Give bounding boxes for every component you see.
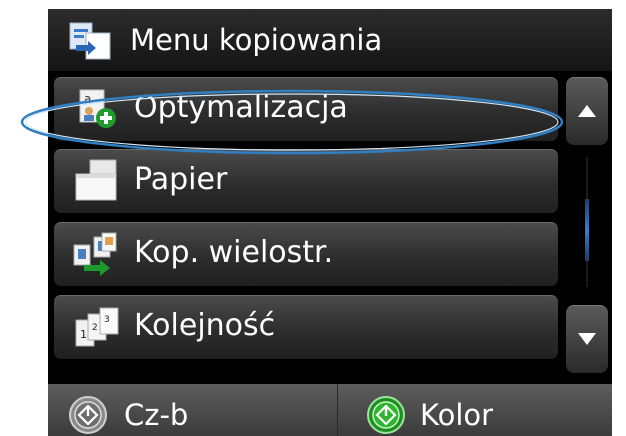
- menu-item-label: Kop. wielostr.: [134, 235, 334, 270]
- scroll-up-button[interactable]: [566, 77, 608, 145]
- color-copy-button[interactable]: Kolor: [420, 398, 493, 432]
- paper-icon: [75, 159, 117, 201]
- copy-icon: [69, 22, 111, 60]
- menu-item-paper[interactable]: Papier: [54, 149, 558, 213]
- multi-page-icon: [73, 232, 117, 276]
- arrow-up-icon: [578, 105, 596, 117]
- arrow-down-icon: [578, 333, 596, 345]
- page-title: Menu kopiowania: [130, 23, 383, 57]
- start-color-icon[interactable]: [366, 395, 406, 435]
- menu-item-multi-page[interactable]: Kop. wielostr.: [54, 222, 558, 286]
- menu-item-label: Papier: [134, 162, 228, 197]
- scroll-down-button[interactable]: [566, 305, 608, 373]
- control-panel-screen: Menu kopiowania a Optymalizacja Papier K…: [48, 9, 612, 436]
- menu-item-label: Kolejność: [134, 308, 276, 343]
- svg-text:1: 1: [80, 328, 87, 341]
- svg-text:3: 3: [104, 315, 110, 325]
- footer-divider: [337, 384, 338, 436]
- highlight-ellipse: [20, 89, 564, 155]
- header-bar: Menu kopiowania: [48, 9, 612, 71]
- svg-text:2: 2: [92, 323, 98, 333]
- bw-copy-button[interactable]: Cz-b: [124, 398, 188, 432]
- collate-icon: 1 2 3: [75, 307, 119, 347]
- start-bw-icon[interactable]: [68, 395, 108, 435]
- menu-item-collate[interactable]: 1 2 3 Kolejność: [54, 295, 558, 359]
- scroll-thumb[interactable]: [585, 199, 589, 261]
